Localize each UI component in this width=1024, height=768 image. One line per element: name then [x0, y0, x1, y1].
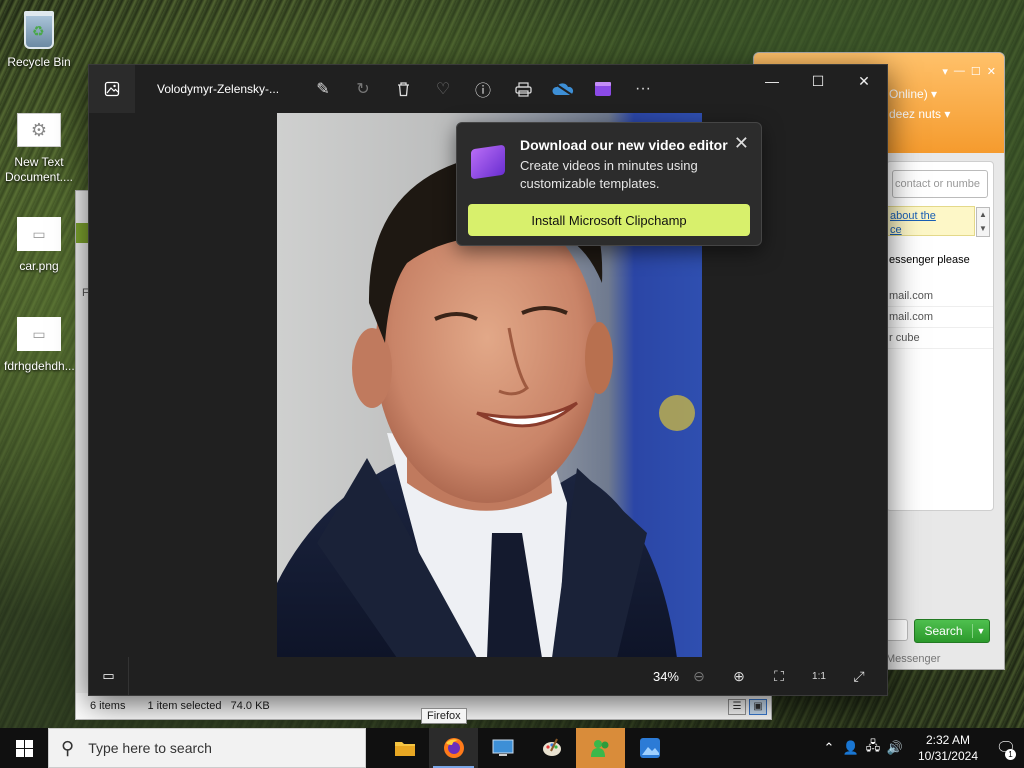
status-item-count: 6 items [90, 700, 126, 712]
search-button[interactable]: Search ▼ [914, 619, 990, 643]
messenger-minimize-button[interactable]: — [954, 65, 965, 78]
actual-size-icon[interactable]: 1:1 [799, 660, 839, 692]
messenger-contacts-panel: contact or numbe about the ce ▲ ▼ essenge… [886, 161, 994, 511]
photos-bottom-bar: ▭ 34% ⊖ ⊕ ⛶ 1:1 ⤢ [89, 657, 887, 695]
taskbar: ⚲ Type here to search ⌃ 👤 🖧 🔊 2:32 AM 10… [0, 728, 1024, 768]
taskbar-pinned-apps [380, 728, 674, 768]
zoom-out-icon[interactable]: ⊖ [679, 660, 719, 692]
text-document-icon: ⚙ [17, 108, 61, 152]
popup-body: Create videos in minutes using customiza… [520, 158, 698, 191]
search-icon: ⚲ [61, 737, 75, 758]
photos-titlebar: Volodymyr-Zelensky-... ✎ ↻ ♡ ⓘ ··· — ☐ ✕ [89, 65, 887, 113]
web-search-input[interactable] [886, 619, 908, 641]
rotate-icon[interactable]: ↻ [343, 69, 383, 109]
desktop-icon-label: car.png [19, 259, 59, 273]
chevron-down-icon[interactable]: ▼ [973, 626, 989, 636]
desktop-icon-fdrhgdehdh[interactable]: ▭ fdrhgdehdh... [4, 312, 75, 374]
fullscreen-icon[interactable]: ⤢ [839, 660, 879, 692]
taskbar-clock[interactable]: 2:32 AM 10/31/2024 [918, 732, 978, 764]
photos-window-controls: — ☐ ✕ [749, 65, 887, 97]
desktop-icon-car-png[interactable]: ▭ car.png [4, 212, 74, 274]
clipchamp-logo-icon [471, 144, 505, 180]
start-button[interactable] [0, 728, 48, 768]
volume-icon[interactable]: 🔊 [884, 740, 906, 756]
network-icon[interactable]: 🖧 [862, 737, 884, 759]
messenger-footer: Messenger [886, 653, 941, 665]
photos-app-icon[interactable] [89, 65, 135, 113]
messenger-maximize-button[interactable]: ☐ [971, 65, 981, 78]
install-clipchamp-button[interactable]: Install Microsoft Clipchamp [468, 204, 750, 236]
messenger-info-note[interactable]: about the ce [887, 206, 975, 236]
clock-time: 2:32 AM [925, 733, 970, 747]
search-button-label: Search [915, 624, 973, 638]
file-explorer-taskbar-icon[interactable] [380, 728, 429, 768]
note-scrollbar[interactable]: ▲ ▼ [976, 207, 990, 237]
close-button[interactable]: ✕ [841, 65, 887, 97]
fit-to-window-icon[interactable]: ⛶ [759, 660, 799, 692]
zoom-level: 34% [652, 668, 679, 684]
taskbar-search-placeholder: Type here to search [88, 740, 212, 756]
status-size: 74.0 KB [230, 700, 270, 712]
zoom-in-icon[interactable]: ⊕ [719, 660, 759, 692]
onedrive-icon[interactable] [543, 69, 583, 109]
contact-row[interactable]: mail.com [887, 286, 993, 307]
details-view-icon[interactable]: ☰ [728, 699, 746, 715]
delete-icon[interactable] [383, 69, 423, 109]
firefox-taskbar-icon[interactable] [429, 728, 478, 768]
messenger-tray-icon[interactable]: 👤 [840, 740, 862, 756]
taskbar-search-box[interactable]: ⚲ Type here to search [48, 728, 366, 768]
clock-date: 10/31/2024 [917, 749, 978, 763]
zoom-tools: ⊖ ⊕ ⛶ 1:1 ⤢ [679, 660, 879, 692]
file-name: Volodymyr-Zelensky-... [157, 82, 280, 96]
note-link[interactable]: ce [890, 223, 974, 237]
close-icon[interactable]: ✕ [734, 133, 749, 154]
paint-taskbar-icon[interactable] [527, 728, 576, 768]
messenger-close-button[interactable]: ✕ [987, 65, 996, 78]
messenger-search-row: Search ▼ [886, 619, 990, 643]
more-icon[interactable]: ··· [623, 69, 663, 109]
contact-row[interactable]: r cube [887, 328, 993, 349]
contact-row[interactable]: mail.com [887, 307, 993, 328]
view-mode-buttons: ☰ ▣ [728, 699, 767, 715]
popup-title: Download our new video editor [520, 137, 728, 153]
image-file-icon: ▭ [17, 312, 61, 356]
desktop-icon-text-document[interactable]: ⚙ New Text Document.... [4, 108, 74, 185]
notification-badge: 1 [1005, 749, 1016, 760]
messenger-status: Online) [889, 87, 928, 101]
clipchamp-promo-popup: Download our new video editor Create vid… [456, 122, 762, 246]
image-file-icon: ▭ [17, 212, 61, 256]
large-icons-view-icon[interactable]: ▣ [749, 699, 767, 715]
desktop-icon-recycle-bin[interactable]: Recycle Bin [4, 8, 74, 70]
edit-icon[interactable]: ✎ [303, 69, 343, 109]
messenger-message: essenger please [889, 254, 970, 266]
note-link[interactable]: about the [890, 209, 974, 223]
photos-taskbar-icon[interactable] [625, 728, 674, 768]
windows-logo-icon [15, 739, 33, 757]
filmstrip-icon[interactable]: ▭ [89, 657, 129, 695]
maximize-button[interactable]: ☐ [795, 65, 841, 97]
messenger-window-controls: ▾ — ☐ ✕ [942, 65, 996, 78]
clipchamp-icon[interactable] [583, 69, 623, 109]
info-icon[interactable]: ⓘ [463, 69, 503, 109]
monitor-app-taskbar-icon[interactable] [478, 728, 527, 768]
messenger-taskbar-icon[interactable] [576, 728, 625, 768]
desktop-icon-label: New Text Document.... [4, 155, 74, 184]
minimize-button[interactable]: — [749, 65, 795, 97]
messenger-menu-icon[interactable]: ▾ [942, 65, 948, 78]
action-center-icon[interactable]: 🗨 1 [988, 728, 1024, 768]
contact-search-input[interactable]: contact or numbe [892, 170, 988, 198]
firefox-tooltip: Firefox [421, 708, 467, 724]
recycle-bin-icon [17, 8, 61, 52]
show-hidden-icons-chevron-icon[interactable]: ⌃ [818, 740, 840, 756]
desktop-icon-label: Recycle Bin [7, 55, 71, 69]
photos-toolbar: ✎ ↻ ♡ ⓘ ··· [303, 69, 663, 109]
favorite-icon[interactable]: ♡ [423, 69, 463, 109]
desktop-icon-label: fdrhgdehdh... [4, 359, 75, 373]
status-selected: 1 item selected [147, 700, 222, 712]
print-icon[interactable] [503, 69, 543, 109]
system-tray: ⌃ 👤 🖧 🔊 2:32 AM 10/31/2024 🗨 1 [818, 728, 1024, 768]
messenger-display-name[interactable]: deez nuts [889, 107, 941, 121]
